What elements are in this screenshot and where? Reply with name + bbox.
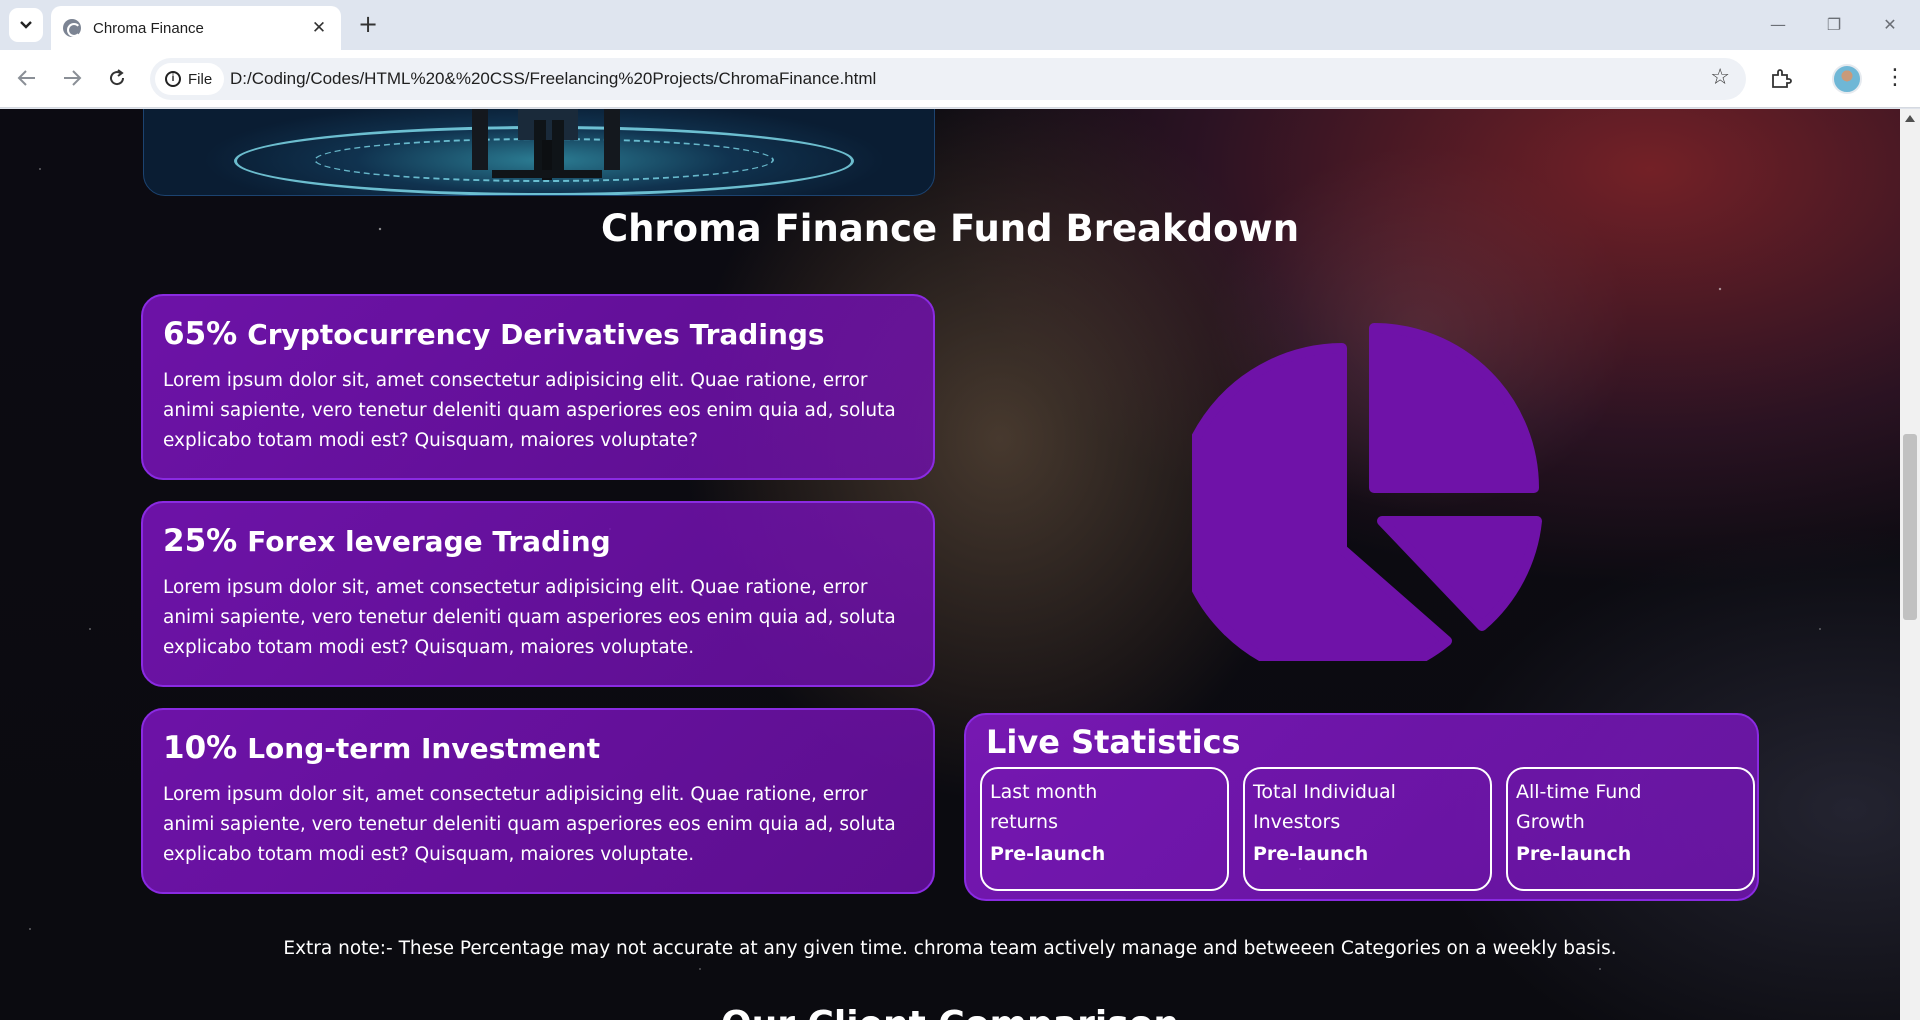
fund-card: 65% Cryptocurrency Derivatives Tradings …: [141, 294, 935, 480]
globe-icon: [63, 19, 81, 37]
puzzle-icon: [1772, 69, 1792, 88]
fund-name: Forex leverage Trading: [247, 525, 611, 558]
browser-toolbar: i File D:/Coding/Codes/HTML%20&%20CSS/Fr…: [0, 50, 1920, 108]
page-viewport: Chroma Finance Fund Breakdown 65% Crypto…: [0, 109, 1900, 1020]
reload-button[interactable]: [99, 60, 135, 96]
extra-note: Extra note:- These Percentage may not ac…: [283, 938, 1617, 959]
scrollbar-thumb[interactable]: [1903, 434, 1917, 620]
arrow-left-icon: [17, 70, 35, 86]
fund-description: Lorem ipsum dolor sit, amet consectetur …: [163, 370, 896, 451]
minimize-button[interactable]: —: [1758, 10, 1798, 40]
stat-label: All-time Fund Growth: [1516, 781, 1642, 833]
client-comparison-heading: Our Client Comparison: [0, 1004, 1900, 1020]
fund-card: 25% Forex leverage Trading Lorem ipsum d…: [141, 501, 935, 687]
site-info-chip[interactable]: i File: [155, 63, 225, 95]
close-window-button[interactable]: ✕: [1870, 10, 1910, 40]
fund-description: Lorem ipsum dolor sit, amet consectetur …: [163, 784, 896, 865]
live-statistics-card: Live Statistics Last month returns Pre-l…: [964, 713, 1759, 901]
fund-percent: 10%: [163, 730, 238, 766]
fund-name: Long-term Investment: [247, 732, 601, 765]
live-statistics-title: Live Statistics: [986, 723, 1241, 761]
fund-description: Lorem ipsum dolor sit, amet consectetur …: [163, 577, 896, 658]
profile-avatar[interactable]: [1832, 64, 1862, 94]
stat-box: Last month returns Pre-launch: [980, 767, 1229, 891]
hero-image: [143, 109, 935, 196]
stat-value: Pre-launch: [1253, 843, 1369, 865]
page-scrollbar[interactable]: [1900, 109, 1920, 1020]
browser-tab[interactable]: Chroma Finance ✕: [51, 6, 341, 50]
close-tab-icon[interactable]: ✕: [309, 18, 329, 38]
new-tab-button[interactable]: +: [353, 10, 383, 40]
stat-value: Pre-launch: [990, 843, 1106, 865]
section-title: Chroma Finance Fund Breakdown: [600, 207, 1300, 250]
fund-percent: 65%: [163, 316, 238, 352]
stat-box: All-time Fund Growth Pre-launch: [1506, 767, 1755, 891]
stat-value: Pre-launch: [1516, 843, 1632, 865]
tab-search-button[interactable]: [9, 8, 43, 42]
reload-icon: [110, 69, 125, 86]
back-button[interactable]: [9, 60, 45, 96]
pie-chart-icon: [1192, 323, 1542, 661]
site-info-label: File: [188, 70, 213, 88]
tab-title: Chroma Finance: [93, 19, 204, 37]
info-icon: i: [165, 71, 181, 87]
chair-figure-image: [472, 109, 620, 180]
fund-name: Cryptocurrency Derivatives Tradings: [247, 318, 825, 351]
address-bar[interactable]: i File D:/Coding/Codes/HTML%20&%20CSS/Fr…: [150, 58, 1746, 100]
stat-label: Total Individual Investors: [1253, 781, 1396, 833]
arrow-right-icon: [64, 70, 82, 86]
url-text[interactable]: D:/Coding/Codes/HTML%20&%20CSS/Freelanci…: [230, 69, 876, 89]
browser-tab-strip: Chroma Finance ✕ + — ❐ ✕: [0, 0, 1920, 50]
bookmark-star-icon[interactable]: ☆: [1710, 65, 1730, 90]
chevron-down-icon: [20, 21, 32, 29]
stat-label: Last month returns: [990, 781, 1098, 833]
browser-menu-button[interactable]: ⋮: [1880, 62, 1910, 96]
restore-button[interactable]: ❐: [1814, 10, 1854, 40]
stat-box: Total Individual Investors Pre-launch: [1243, 767, 1492, 891]
forward-button[interactable]: [54, 60, 90, 96]
scroll-up-icon[interactable]: [1905, 115, 1915, 122]
fund-percent: 25%: [163, 523, 238, 559]
fund-card: 10% Long-term Investment Lorem ipsum dol…: [141, 708, 935, 894]
extensions-button[interactable]: [1764, 62, 1798, 96]
